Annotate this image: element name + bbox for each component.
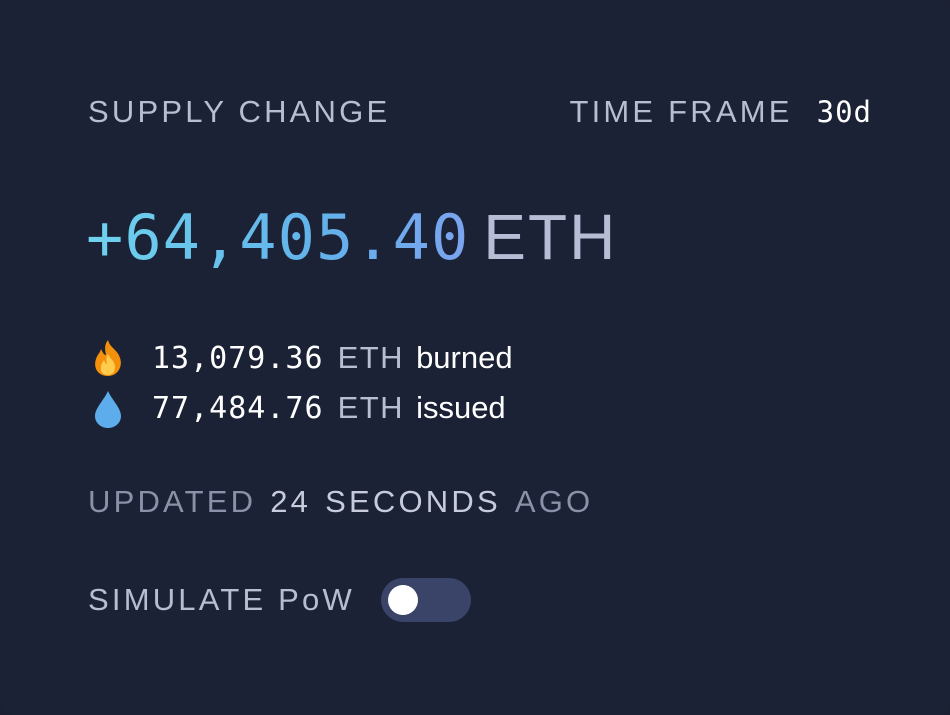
card-header: SUPPLY CHANGE TIME FRAME 30d: [88, 94, 872, 134]
burned-row: 13,079.36 ETH burned: [88, 336, 513, 380]
supply-change-title: SUPPLY CHANGE: [88, 94, 391, 129]
issued-unit: ETH: [337, 390, 405, 425]
simulate-pow-toggle[interactable]: [380, 578, 471, 622]
burned-label: burned: [416, 340, 513, 375]
supply-change-amount: +64,405.40 ETH: [86, 200, 617, 274]
updated-prefix: UPDATED: [88, 484, 257, 519]
last-updated: UPDATED 24 SECONDS AGO: [88, 484, 593, 520]
simulate-pow-label: SIMULATE PoW: [88, 582, 355, 617]
updated-unit: SECONDS: [325, 484, 501, 519]
time-frame-label: TIME FRAME: [569, 94, 793, 129]
issued-row: 77,484.76 ETH issued: [88, 386, 506, 430]
updated-suffix: AGO: [514, 484, 594, 519]
issued-label: issued: [416, 390, 506, 425]
toggle-knob: [387, 585, 418, 615]
supply-change-number: +64,405.40: [86, 201, 470, 274]
updated-amount: 24: [270, 484, 312, 519]
supply-change-unit: ETH: [483, 201, 618, 273]
time-frame-value[interactable]: 30d: [817, 95, 872, 129]
droplet-icon: [88, 388, 128, 428]
burned-value: 13,079.36: [152, 340, 324, 376]
time-frame-selector[interactable]: TIME FRAME 30d: [569, 94, 872, 130]
supply-change-card: SUPPLY CHANGE TIME FRAME 30d +64,405.40 …: [0, 0, 950, 715]
simulate-pow-control: SIMULATE PoW: [88, 578, 471, 622]
burned-unit: ETH: [337, 340, 405, 375]
fire-icon: [88, 338, 128, 378]
issued-value: 77,484.76: [152, 390, 324, 426]
